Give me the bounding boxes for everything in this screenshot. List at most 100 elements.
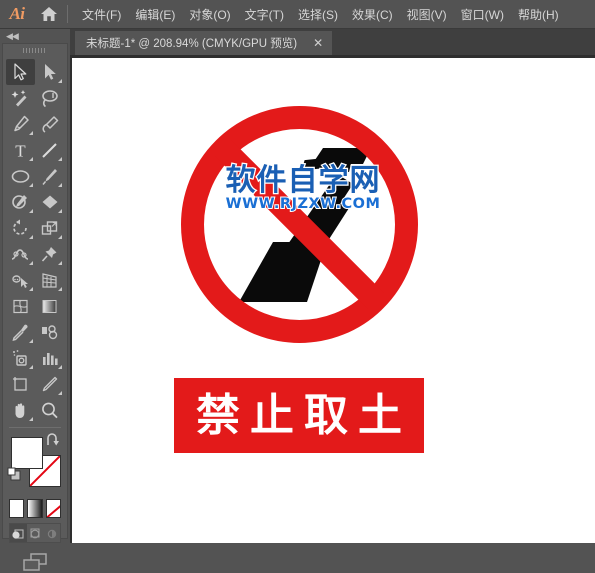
tool-group-corner: [58, 209, 62, 213]
draw-mode-buttons: [9, 523, 61, 543]
column-graph-tool[interactable]: [35, 345, 64, 371]
artboard[interactable]: 软件自学网 WWW.RJZXW.COM 禁止取土: [72, 58, 595, 543]
eyedropper-tool[interactable]: [6, 319, 35, 345]
canvas-area[interactable]: 软件自学网 WWW.RJZXW.COM 禁止取土: [70, 56, 595, 543]
change-screen-mode-button[interactable]: [3, 551, 67, 573]
home-icon[interactable]: [34, 6, 64, 22]
fill-mode-buttons: [9, 499, 61, 518]
tool-group-corner: [29, 287, 33, 291]
magic-wand-icon: [11, 89, 27, 106]
pen-tool[interactable]: [6, 111, 35, 137]
double-chevron-left-icon: ◀◀: [6, 30, 19, 41]
tool-group-corner: [29, 261, 33, 265]
type-tool[interactable]: T: [6, 137, 35, 163]
shaper-tool[interactable]: [6, 189, 35, 215]
swap-fill-stroke-icon[interactable]: [45, 433, 60, 452]
curvature-pen-icon: [42, 115, 59, 133]
hand-tool[interactable]: [6, 397, 35, 423]
draw-behind-icon: [30, 528, 40, 538]
menu-object[interactable]: 对象(O): [182, 3, 237, 26]
banner[interactable]: 禁止取土: [174, 378, 424, 453]
panel-drag-handle[interactable]: [3, 44, 67, 57]
perspective-grid-icon: [42, 272, 57, 288]
tool-group-corner: [58, 79, 62, 83]
artboard-icon: [13, 376, 27, 391]
rotate-tool[interactable]: [6, 215, 35, 241]
ellipse-icon: [11, 169, 30, 183]
perspective-grid-tool[interactable]: [35, 267, 64, 293]
scale-tool[interactable]: [35, 215, 64, 241]
magic-wand-tool[interactable]: [6, 85, 35, 111]
menu-edit[interactable]: 编辑(E): [128, 3, 182, 26]
menu-type[interactable]: 文字(T): [238, 3, 291, 26]
magnifier-icon: [42, 402, 58, 418]
paintbrush-tool[interactable]: [35, 163, 64, 189]
mesh-icon: [13, 299, 28, 313]
zoom-tool[interactable]: [35, 397, 64, 423]
symbol-sprayer-icon: [13, 349, 27, 366]
tool-group-corner: [58, 365, 62, 369]
gradient-tool[interactable]: [35, 293, 64, 319]
gradient-mode-button[interactable]: [27, 499, 43, 518]
tool-group-corner: [29, 339, 33, 343]
eraser-tool[interactable]: [35, 189, 64, 215]
tool-group-corner: [29, 131, 33, 135]
symbol-sprayer-tool[interactable]: [6, 345, 35, 371]
menu-file[interactable]: 文件(F): [75, 3, 128, 26]
draw-behind-mode-button[interactable]: [26, 524, 44, 542]
menu-select[interactable]: 选择(S): [291, 3, 345, 26]
tools-grid: T: [3, 57, 67, 423]
none-slash-icon: [46, 500, 60, 517]
no-digging-sign[interactable]: [177, 102, 422, 347]
color-mode-button[interactable]: [9, 499, 25, 518]
illustrator-window: Ai 文件(F) 编辑(E) 对象(O) 文字(T) 选择(S) 效果(C) 视…: [0, 0, 595, 571]
hand-icon: [15, 402, 25, 418]
tool-group-corner: [29, 235, 33, 239]
scale-icon: [41, 220, 57, 235]
fill-swatch[interactable]: [11, 437, 43, 469]
collapse-panel-button[interactable]: ◀◀: [0, 29, 70, 43]
draw-normal-mode-button[interactable]: [10, 524, 27, 542]
menu-bar: Ai 文件(F) 编辑(E) 对象(O) 文字(T) 选择(S) 效果(C) 视…: [0, 0, 595, 29]
eraser-icon: [42, 195, 57, 208]
draw-inside-mode-button[interactable]: [43, 524, 61, 542]
document-tab-bar: 未标题-1* @ 208.94% (CMYK/GPU 预览) ✕: [70, 29, 595, 56]
width-icon: [11, 248, 29, 260]
ellipse-tool[interactable]: [6, 163, 35, 189]
type-T-icon: T: [15, 141, 26, 160]
menu-help[interactable]: 帮助(H): [511, 3, 566, 26]
selection-tool[interactable]: [6, 59, 35, 85]
shape-builder-icon: [12, 274, 28, 288]
curvature-tool[interactable]: [35, 111, 64, 137]
mesh-tool[interactable]: [6, 293, 35, 319]
selection-arrow-icon: [14, 63, 27, 81]
tools-panel: ◀◀ T: [0, 29, 70, 571]
close-icon[interactable]: ✕: [313, 37, 323, 49]
blend-tool[interactable]: [35, 319, 64, 345]
shape-builder-tool[interactable]: [6, 267, 35, 293]
artboard-tool[interactable]: [6, 371, 35, 397]
lasso-tool[interactable]: [35, 85, 64, 111]
line-segment-tool[interactable]: [35, 137, 64, 163]
tool-group-corner: [58, 287, 62, 291]
slice-tool[interactable]: [35, 371, 64, 397]
free-transform-tool[interactable]: [35, 241, 64, 267]
tool-group-corner: [29, 417, 33, 421]
menu-window[interactable]: 窗口(W): [454, 3, 511, 26]
none-mode-button[interactable]: [45, 499, 61, 518]
direct-selection-tool[interactable]: [35, 59, 64, 85]
slice-knife-icon: [42, 376, 58, 391]
document-tab[interactable]: 未标题-1* @ 208.94% (CMYK/GPU 预览) ✕: [75, 31, 333, 55]
tool-group-corner: [58, 391, 62, 395]
width-tool[interactable]: [6, 241, 35, 267]
default-fill-stroke-icon[interactable]: [7, 467, 22, 487]
menu-effect[interactable]: 效果(C): [345, 3, 400, 26]
banner-text: 禁止取土: [196, 389, 412, 441]
menu-view[interactable]: 视图(V): [400, 3, 454, 26]
tool-group-corner: [29, 183, 33, 187]
pushpin-icon: [41, 246, 57, 262]
pen-nib-icon: [14, 115, 29, 131]
draw-normal-icon: [12, 528, 24, 539]
paintbrush-icon: [42, 168, 57, 185]
line-icon: [42, 142, 57, 158]
